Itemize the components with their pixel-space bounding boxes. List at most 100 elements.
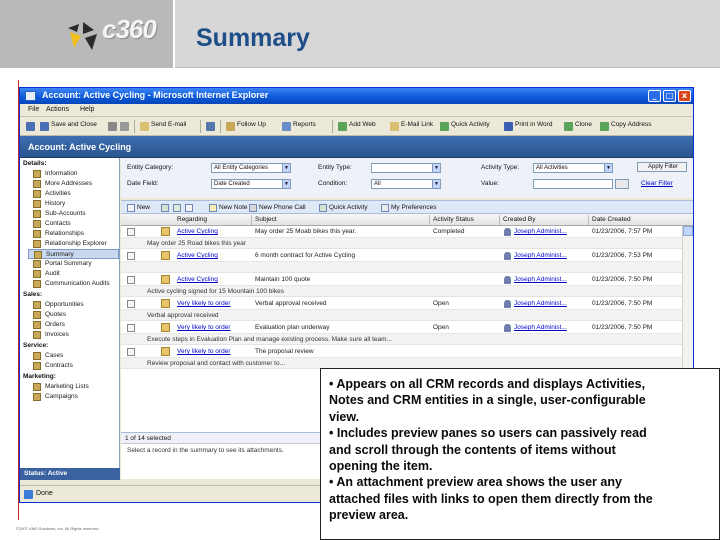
subject-cell: The proposal review — [255, 348, 314, 355]
maximize-button[interactable]: □ — [663, 90, 676, 102]
table-row[interactable]: Active Cycling Maintain 100 quote Joseph… — [121, 274, 693, 286]
send-email-button[interactable]: Send E-mail — [140, 121, 186, 132]
sub-accounts-icon — [33, 210, 41, 218]
copy-address-button[interactable]: Copy Address — [600, 121, 651, 132]
nav-item-summary[interactable]: Summary — [28, 249, 119, 259]
condition-select[interactable]: All ▼ — [371, 179, 441, 189]
regarding-link[interactable]: Active Cycling — [177, 276, 249, 283]
activity-type-select[interactable]: All Activities ▼ — [533, 163, 613, 173]
regarding-link[interactable]: Very likely to order — [177, 324, 249, 331]
ie-icon — [25, 91, 36, 101]
row-checkbox[interactable] — [127, 228, 135, 236]
add-web-button[interactable]: Add Web — [338, 121, 376, 132]
my-preferences-button[interactable]: My Preferences — [381, 204, 437, 212]
nav-section-marketing[interactable]: Marketing: — [23, 373, 56, 380]
nav-item-communication-audits[interactable]: Communication Audits — [28, 279, 119, 289]
nav-section-service[interactable]: Service: — [23, 342, 48, 349]
column-regarding[interactable]: Regarding — [177, 216, 207, 223]
nav-item-orders[interactable]: Orders — [28, 320, 119, 330]
clear-filter-link[interactable]: Clear Filter — [641, 180, 673, 187]
row-checkbox[interactable] — [127, 348, 135, 356]
row-checkbox[interactable] — [127, 252, 135, 260]
row-checkbox[interactable] — [127, 276, 135, 284]
apply-filter-button[interactable]: Apply Filter — [637, 162, 687, 172]
follow-up-button[interactable]: Follow Up — [226, 121, 266, 132]
menu-file[interactable]: File — [28, 106, 39, 113]
record-title: Account: Active Cycling — [28, 142, 132, 152]
nav-item-relationships[interactable]: Relationships — [28, 229, 119, 239]
table-row[interactable]: Very likely to order Evaluation plan und… — [121, 322, 693, 334]
print-in-word-button[interactable]: Print in Word — [504, 121, 552, 132]
column-activity-status[interactable]: Activity Status — [433, 216, 474, 223]
clone-button[interactable]: Clone — [564, 121, 592, 132]
table-row[interactable]: Active Cycling May order 25 Moab bikes t… — [121, 226, 693, 238]
nav-item-campaigns[interactable]: Campaigns — [28, 392, 119, 402]
save-button[interactable] — [26, 121, 36, 132]
regarding-link[interactable]: Active Cycling — [177, 252, 249, 259]
created-by-link[interactable]: Joseph Administ... — [514, 228, 586, 235]
table-row[interactable]: Very likely to order Verbal approval rec… — [121, 298, 693, 310]
email-link-button[interactable]: E-Mail Link — [390, 121, 433, 132]
date-field-select[interactable]: Date Created ▼ — [211, 179, 291, 189]
nav-item-portal-summary[interactable]: Portal Summary — [28, 259, 119, 269]
nav-section-details[interactable]: Details: — [23, 160, 46, 167]
table-row[interactable]: Very likely to order The proposal review — [121, 346, 693, 358]
quote-icon — [161, 275, 170, 284]
column-subject[interactable]: Subject — [255, 216, 277, 223]
new-button[interactable]: New — [127, 204, 150, 212]
print-button[interactable] — [108, 121, 118, 132]
column-divider — [251, 215, 252, 225]
scroll-up-icon[interactable] — [683, 226, 693, 236]
grid-header: Regarding Subject Activity Status Create… — [121, 214, 693, 226]
new-note-button[interactable]: New Note — [209, 204, 248, 212]
calendar-icon[interactable] — [615, 179, 629, 189]
nav-item-marketing-lists[interactable]: Marketing Lists — [28, 382, 119, 392]
created-by-link[interactable]: Joseph Administ... — [514, 300, 586, 307]
nav-item-relationship-explorer[interactable]: Relationship Explorer — [28, 239, 119, 249]
nav-item-information[interactable]: Information — [28, 169, 119, 179]
row-checkbox[interactable] — [127, 300, 135, 308]
regarding-link[interactable]: Very likely to order — [177, 300, 249, 307]
nav-section-sales[interactable]: Sales: — [23, 291, 42, 298]
nav-item-activities[interactable]: Activities — [28, 189, 119, 199]
nav-item-history[interactable]: History — [28, 199, 119, 209]
assign-button[interactable] — [206, 121, 216, 132]
value-input[interactable] — [533, 179, 613, 189]
row-checkbox[interactable] — [127, 324, 135, 332]
attach-button[interactable] — [120, 121, 130, 132]
nav-item-invoices[interactable]: Invoices — [28, 330, 119, 340]
column-date-created[interactable]: Date Created — [592, 216, 631, 223]
nav-item-cases[interactable]: Cases — [28, 351, 119, 361]
nav-item-audit[interactable]: Audit — [28, 269, 119, 279]
orders-icon — [33, 321, 41, 329]
new-phone-call-button[interactable]: New Phone Call — [249, 204, 306, 212]
minimize-button[interactable]: _ — [648, 90, 661, 102]
regarding-link[interactable]: Very likely to order — [177, 348, 249, 355]
table-row[interactable]: Active Cycling 6 month contract for Acti… — [121, 250, 693, 262]
quick-activity-button[interactable]: Quick Activity — [440, 121, 490, 132]
menu-help[interactable]: Help — [80, 106, 94, 113]
close-button[interactable]: x — [678, 90, 691, 102]
created-by-link[interactable]: Joseph Administ... — [514, 324, 586, 331]
nav-item-sub-accounts[interactable]: Sub-Accounts — [28, 209, 119, 219]
nav-item-quotes[interactable]: Quotes — [28, 310, 119, 320]
menu-actions[interactable]: Actions — [46, 106, 69, 113]
nav-item-contacts[interactable]: Contacts — [28, 219, 119, 229]
grid-quick-activity-button[interactable]: Quick Activity — [319, 204, 368, 212]
nav-item-more-addresses[interactable]: More Addresses — [28, 179, 119, 189]
created-by-link[interactable]: Joseph Administ... — [514, 276, 586, 283]
created-by-link[interactable]: Joseph Administ... — [514, 252, 586, 259]
save-and-close-button[interactable]: Save and Close — [40, 121, 97, 132]
chevron-down-icon: ▼ — [282, 180, 290, 188]
regarding-link[interactable]: Active Cycling — [177, 228, 249, 235]
audit-icon — [33, 270, 41, 278]
nav-item-label: History — [45, 200, 66, 207]
nav-item-opportunities[interactable]: Opportunities — [28, 300, 119, 310]
column-created-by[interactable]: Created By — [503, 216, 536, 223]
entity-category-select[interactable]: All Entity Categories ▼ — [211, 163, 291, 173]
nav-item-contracts[interactable]: Contracts — [28, 361, 119, 371]
window-titlebar[interactable]: Account: Active Cycling - Microsoft Inte… — [20, 88, 693, 104]
entity-type-select[interactable]: ▼ — [371, 163, 441, 173]
printer-icon — [108, 122, 117, 131]
reports-button[interactable]: Reports — [282, 121, 316, 132]
